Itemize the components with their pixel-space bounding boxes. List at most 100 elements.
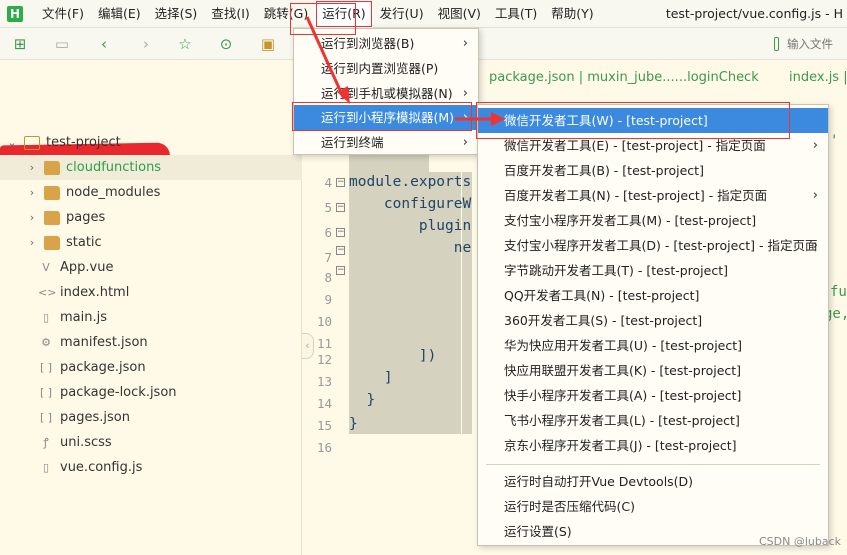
project-icon[interactable]: ▣: [258, 34, 278, 54]
tree-file-index-html[interactable]: <> index.html: [0, 280, 302, 305]
menu-item-label: 运行到终端: [321, 135, 384, 150]
window-title: test-project/vue.config.js - H: [665, 6, 843, 21]
tree-label: manifest.json: [60, 335, 148, 350]
js-file-icon: ▯: [42, 310, 50, 324]
mp-alipay[interactable]: 支付宝小程序开发者工具(M) - [test-project]: [478, 208, 828, 233]
tree-file-main-js[interactable]: ▯ main.js: [0, 305, 302, 330]
menu-item-label: 运行时自动打开Vue Devtools(D): [504, 474, 694, 489]
code-line: }: [349, 416, 358, 432]
tree-folder-node_modules[interactable]: › node_modules: [0, 180, 302, 205]
fold-toggle-icon[interactable]: −: [336, 246, 345, 255]
menu-publish[interactable]: 发行(U): [373, 0, 431, 28]
menu-find[interactable]: 查找(I): [204, 0, 256, 28]
menu-file[interactable]: 文件(F): [35, 0, 91, 28]
menu-item-label: 360开发者工具(S) - [test-project]: [504, 313, 703, 328]
menu-item-label: 运行到手机或模拟器(N): [321, 86, 453, 101]
mp-360[interactable]: 360开发者工具(S) - [test-project]: [478, 308, 828, 333]
mp-auto-devtools[interactable]: 运行时自动打开Vue Devtools(D): [478, 469, 828, 494]
back-icon[interactable]: ‹: [94, 34, 114, 54]
tree-file-package-json[interactable]: [ ] package.json: [0, 355, 302, 380]
annotation-box-wechat: [476, 102, 790, 139]
fold-toggle-icon[interactable]: −: [336, 228, 345, 237]
menu-view[interactable]: 视图(V): [431, 0, 488, 28]
file-search-input[interactable]: [787, 37, 847, 51]
submenu-arrow-icon: ›: [462, 36, 468, 51]
forward-icon[interactable]: ›: [136, 34, 156, 54]
annotation-box-miniprogram: [292, 102, 472, 131]
menu-select[interactable]: 选择(S): [148, 0, 205, 28]
mp-baidu[interactable]: 百度开发者工具(B) - [test-project]: [478, 158, 828, 183]
fold-toggle-icon[interactable]: −: [336, 203, 345, 212]
line-number: 11: [316, 336, 332, 351]
save-icon[interactable]: ▭: [52, 34, 72, 54]
folder-icon: [44, 210, 60, 225]
run-to-builtin-browser[interactable]: 运行到内置浏览器(P): [294, 56, 478, 81]
tab-index-js[interactable]: index.js |: [789, 70, 847, 85]
tree-label: pages: [66, 210, 106, 225]
collapse-arrow-icon[interactable]: ›: [26, 186, 38, 199]
tree-label: package.json: [60, 360, 146, 375]
watermark: CSDN @luback: [758, 535, 841, 548]
run-icon[interactable]: ⊙: [216, 34, 236, 54]
fold-toggle-icon[interactable]: −: [336, 266, 345, 275]
new-file-icon[interactable]: ⊞: [10, 34, 30, 54]
code-line: configureW: [349, 196, 472, 212]
tree-folder-cloudfunctions[interactable]: › cloudfunctions: [0, 155, 302, 180]
mp-qq[interactable]: QQ开发者工具(N) - [test-project]: [478, 283, 828, 308]
menu-item-label: 快应用联盟开发者工具(K) - [test-project]: [504, 363, 742, 378]
mp-baidu-page[interactable]: 百度开发者工具(N) - [test-project] - 指定页面 ›: [478, 183, 828, 208]
submenu-arrow-icon: ›: [812, 138, 818, 153]
code-line: ne: [349, 240, 472, 256]
tab-package-json[interactable]: package.json | muxin_jube......loginChec…: [489, 70, 759, 85]
hbuilderx-logo-icon: H: [7, 5, 23, 22]
mp-jd[interactable]: 京东小程序开发者工具(J) - [test-project]: [478, 433, 828, 458]
expand-arrow-icon[interactable]: ⌄: [6, 136, 18, 149]
tree-file-package-lock-json[interactable]: [ ] package-lock.json: [0, 380, 302, 405]
tree-folder-pages[interactable]: › pages: [0, 205, 302, 230]
tree-file-vue-config-js[interactable]: ▯ vue.config.js: [0, 455, 302, 480]
mp-feishu[interactable]: 飞书小程序开发者工具(L) - [test-project]: [478, 408, 828, 433]
menu-item-label: QQ开发者工具(N) - [test-project]: [504, 288, 700, 303]
menu-help[interactable]: 帮助(Y): [544, 0, 600, 28]
code-line: }: [349, 392, 376, 408]
collapse-arrow-icon[interactable]: ›: [26, 236, 38, 249]
tree-folder-static[interactable]: › static: [0, 230, 302, 255]
tree-label: package-lock.json: [60, 385, 177, 400]
fold-toggle-icon[interactable]: −: [336, 178, 345, 187]
run-to-terminal[interactable]: 运行到终端 ›: [294, 130, 478, 155]
tree-label: node_modules: [66, 185, 161, 200]
mp-kuaishou[interactable]: 快手小程序开发者工具(A) - [test-project]: [478, 383, 828, 408]
run-menu: 运行到浏览器(B) › 运行到内置浏览器(P) 运行到手机或模拟器(N) › 运行到…: [293, 28, 479, 155]
line-number: 8: [324, 270, 332, 285]
mp-alipay-page[interactable]: 支付宝小程序开发者工具(D) - [test-project] - 指定页面 ›: [478, 233, 828, 258]
menu-separator: [486, 464, 820, 465]
json-file-icon: [ ]: [39, 410, 53, 424]
menu-item-label: 支付宝小程序开发者工具(M) - [test-project]: [504, 213, 757, 228]
mp-quickapp[interactable]: 快应用联盟开发者工具(K) - [test-project]: [478, 358, 828, 383]
code-line: plugin: [349, 218, 472, 234]
mp-huawei[interactable]: 华为快应用开发者工具(U) - [test-project]: [478, 333, 828, 358]
menu-edit[interactable]: 编辑(E): [91, 0, 148, 28]
tree-label: index.html: [60, 285, 130, 300]
tree-project-root[interactable]: ⌄ test-project: [0, 130, 302, 155]
tree-label: cloudfunctions: [66, 160, 162, 175]
menu-item-label: 华为快应用开发者工具(U) - [test-project]: [504, 338, 743, 353]
tree-file-manifest-json[interactable]: ⚙ manifest.json: [0, 330, 302, 355]
mp-bytedance[interactable]: 字节跳动开发者工具(T) - [test-project]: [478, 258, 828, 283]
file-search[interactable]: [774, 33, 847, 55]
tree-label: test-project: [46, 135, 121, 150]
menu-item-label: 运行到浏览器(B): [321, 36, 415, 51]
star-icon[interactable]: ☆: [175, 34, 195, 54]
tree-file-uni-scss[interactable]: ꝭ uni.scss: [0, 430, 302, 455]
line-number: 10: [316, 314, 332, 329]
menu-tools[interactable]: 工具(T): [488, 0, 544, 28]
mp-compress-code[interactable]: 运行时是否压缩代码(C): [478, 494, 828, 519]
collapse-arrow-icon[interactable]: ›: [26, 161, 38, 174]
tree-file-app-vue[interactable]: V App.vue: [0, 255, 302, 280]
vue-file-icon: V: [42, 260, 50, 274]
collapse-arrow-icon[interactable]: ›: [26, 211, 38, 224]
code-line: ]): [349, 348, 437, 364]
tree-file-pages-json[interactable]: [ ] pages.json: [0, 405, 302, 430]
line-number: 13: [316, 374, 332, 389]
json-file-icon: [ ]: [39, 360, 53, 374]
